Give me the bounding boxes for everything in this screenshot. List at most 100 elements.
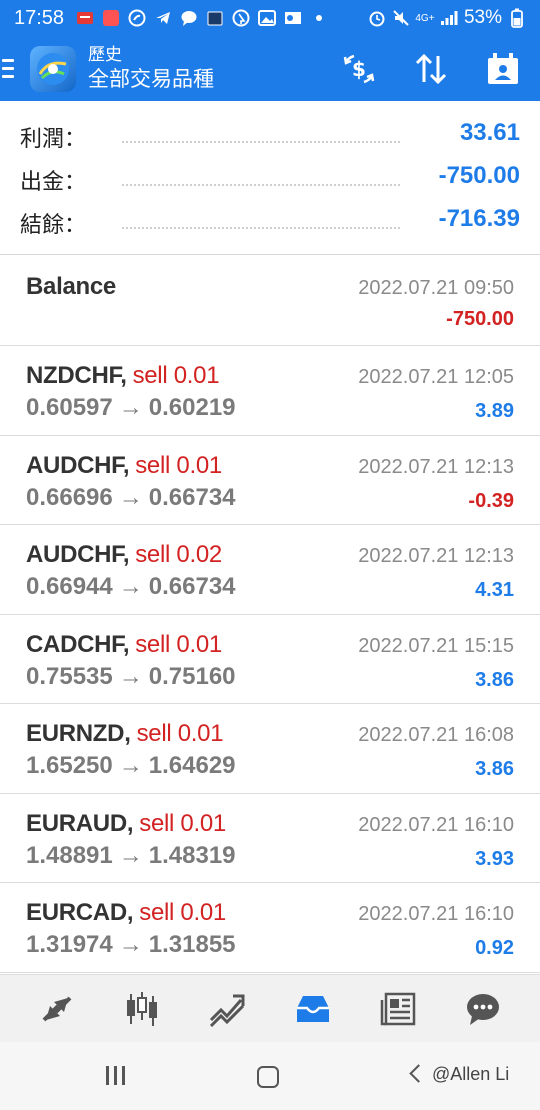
summary-label: 出金：: [20, 170, 87, 195]
trade-symbol: AUDCHF, sell 0.01: [26, 452, 222, 480]
mute-icon: [392, 9, 410, 27]
open-price: 0.66696: [26, 483, 113, 511]
notification-news-icon: [76, 9, 94, 27]
open-price: 1.65250: [26, 752, 113, 779]
back-button[interactable]: [409, 1064, 428, 1083]
system-status: 4G+ 53%: [368, 7, 526, 29]
summary-panel: 利潤： 33.61 出金： -750.00 結餘： -716.39: [0, 101, 540, 255]
trade-prices: 1.31974 → 1.31855: [26, 931, 236, 959]
item-profit: 3.86: [475, 758, 514, 780]
trade-symbol: AUDCHF, sell 0.02: [26, 541, 222, 569]
history-list: Balance 2022.07.21 09:50 -750.00 NZDCHF,…: [0, 255, 540, 973]
symbol-text: NZDCHF,: [26, 362, 127, 389]
symbol-text: CADCHF,: [26, 630, 130, 658]
trade-prices: 0.75535 → 0.75160: [26, 663, 236, 691]
notification-app-icon: [102, 9, 120, 27]
menu-icon[interactable]: [0, 59, 24, 78]
symbol-text: EURAUD,: [26, 809, 134, 837]
list-item[interactable]: EURAUD, sell 0.01 1.48891 → 1.48319 2022.07…: [0, 794, 540, 883]
close-price: 1.64629: [148, 752, 236, 779]
trade-symbol: EURAUD, sell 0.01: [26, 810, 226, 838]
item-datetime: 2022.07.21 15:15: [358, 634, 514, 657]
chat-icon[interactable]: [461, 987, 505, 1031]
item-amount: -750.00: [446, 308, 514, 330]
symbol-text: EURNZD,: [26, 720, 131, 747]
alarm-icon: [368, 9, 386, 27]
item-datetime: 2022.07.21 16:10: [358, 903, 514, 925]
notification-icons: [76, 9, 328, 27]
telegram-icon: [154, 9, 172, 27]
page-title[interactable]: 全部交易品種: [88, 65, 214, 93]
signal-icon: [440, 9, 458, 27]
list-item[interactable]: EURNZD, sell 0.01 1.65250 → 1.64629 2022.07…: [0, 704, 540, 794]
status-bar: 17:58 4G+ 53%: [0, 0, 540, 36]
sort-icon[interactable]: [412, 50, 450, 88]
close-price: 0.60219: [148, 394, 236, 421]
chart-candles-icon[interactable]: [120, 987, 164, 1031]
system-navigation-bar: @Allen Li: [0, 1042, 540, 1110]
close-price: 0.66734: [148, 483, 236, 511]
symbol-text: AUDCHF,: [26, 451, 130, 479]
summary-row-profit: 利潤： 33.61: [0, 115, 540, 159]
close-price: 1.48319: [148, 841, 236, 869]
gallery-icon: [258, 9, 277, 27]
item-datetime: 2022.07.21 12:13: [358, 545, 514, 567]
trade-side: sell 0.01: [135, 630, 222, 658]
list-item[interactable]: AUDCHF, sell 0.01 0.66696 → 0.66734 2022.07…: [0, 436, 540, 525]
trade-side: sell 0.01: [139, 809, 226, 837]
dotted-leader: [122, 141, 400, 143]
watermark: @Allen Li: [432, 1064, 510, 1084]
trade-side: sell 0.01: [135, 451, 222, 479]
app-bar: 歷史 全部交易品種 $: [0, 36, 540, 101]
summary-label: 結餘：: [20, 213, 87, 238]
summary-value: -716.39: [438, 205, 520, 232]
list-item[interactable]: EURCAD, sell 0.01 1.31974 → 1.31855 2022.07…: [0, 883, 540, 973]
arrow-right-icon: →: [118, 841, 143, 869]
list-item[interactable]: CADCHF, sell 0.01 0.75535 → 0.75160 2022.07…: [0, 615, 540, 704]
arrow-right-icon: →: [118, 483, 143, 511]
list-item[interactable]: NZDCHF, sell 0.01 0.60597 → 0.60219 2022.07…: [0, 346, 540, 436]
trade-prices: 0.60597 → 0.60219: [26, 394, 236, 422]
svg-text:$: $: [352, 57, 366, 81]
item-profit: 0.92: [475, 937, 514, 959]
trade-symbol: EURCAD, sell 0.01: [26, 899, 226, 927]
list-item[interactable]: AUDCHF, sell 0.02 0.66944 → 0.66734 2022.07…: [0, 525, 540, 615]
outlook-icon: [284, 9, 302, 27]
item-datetime: 2022.07.21 12:05: [358, 366, 514, 388]
symbol-text: EURCAD,: [26, 899, 134, 926]
trade-symbol: CADCHF, sell 0.01: [26, 631, 222, 659]
close-price: 1.31855: [148, 931, 236, 958]
close-price: 0.75160: [148, 662, 236, 690]
calendar-icon[interactable]: [484, 50, 522, 88]
news-icon[interactable]: [376, 987, 420, 1031]
trade-icon[interactable]: [35, 987, 79, 1031]
trade-prices: 0.66944 → 0.66734: [26, 573, 236, 601]
summary-row-balance: 結餘： -716.39: [0, 201, 540, 245]
recent-apps-button[interactable]: [106, 1066, 125, 1085]
list-item-balance[interactable]: Balance 2022.07.21 09:50 -750.00: [0, 255, 540, 346]
arrow-right-icon: →: [118, 752, 143, 779]
battery-icon: [508, 8, 526, 28]
open-price: 0.75535: [26, 662, 113, 690]
trend-icon[interactable]: [205, 987, 249, 1031]
battery-percent: 53%: [463, 7, 502, 28]
trade-side: sell 0.01: [136, 720, 224, 747]
dotted-leader: [122, 184, 400, 186]
trade-prices: 1.48891 → 1.48319: [26, 842, 236, 870]
item-datetime: 2022.07.21 12:13: [358, 455, 514, 478]
network-icon: 4G+: [415, 12, 435, 24]
item-profit: -0.39: [468, 489, 514, 512]
item-datetime: 2022.07.21 16:08: [358, 724, 514, 746]
item-profit: 3.89: [475, 400, 514, 422]
app-logo-icon: [30, 45, 76, 92]
calendar-notification-icon: [206, 9, 224, 27]
home-button[interactable]: [257, 1066, 279, 1088]
shazam-icon: [128, 9, 146, 27]
item-profit: 4.31: [475, 579, 514, 601]
app-bar-actions: $: [340, 50, 522, 88]
currency-filter-icon[interactable]: $: [340, 50, 378, 88]
arrow-right-icon: →: [118, 394, 143, 421]
dot-icon: [310, 9, 328, 27]
summary-label: 利潤：: [20, 127, 87, 152]
history-inbox-icon[interactable]: [291, 987, 335, 1031]
